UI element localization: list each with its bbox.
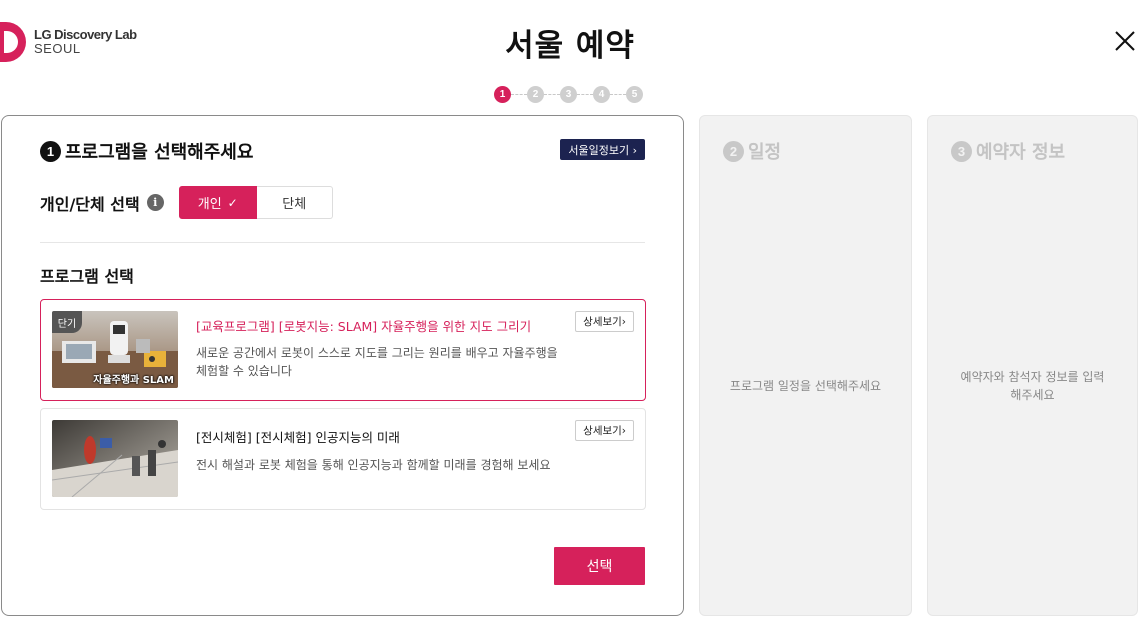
program-description: 전시 해설과 로봇 체험을 통해 인공지능과 함께할 미래를 경험해 보세요	[196, 458, 551, 472]
section-number-badge: 2	[723, 140, 744, 162]
thumbnail-caption: 자율주행과 SLAM	[93, 375, 174, 386]
page-title: 서울 예약	[505, 28, 635, 64]
section-title: 1 프로그램을 선택해주세요	[40, 138, 253, 164]
participant-type-toggle: 개인 ✓ 단체	[178, 186, 333, 219]
step-4: 4	[593, 86, 610, 103]
program-title: [전시체험] [전시체험] 인공지능의 미래	[196, 430, 400, 445]
close-button[interactable]	[1114, 30, 1136, 52]
section-title-text: 예약자 정보	[976, 142, 1066, 163]
step-2: 2	[527, 86, 544, 103]
participant-type-row: 개인/단체 선택 i 개인 ✓ 단체	[40, 186, 333, 219]
program-detail-button[interactable]: 상세보기›	[575, 420, 634, 441]
step-connector	[544, 94, 560, 95]
placeholder-message: 프로그램 일정을 선택해주세요	[729, 379, 882, 393]
participant-type-label: 개인/단체 선택	[40, 194, 140, 214]
step-indicator: 1 2 3 4 5	[494, 86, 643, 103]
step-3: 3	[560, 86, 577, 103]
exhibition-photo-icon	[52, 420, 178, 497]
step-5: 5	[626, 86, 643, 103]
group-option-button[interactable]: 단체	[256, 186, 333, 219]
program-detail-button[interactable]: 상세보기›	[575, 311, 634, 332]
schedule-panel: 2 일정 프로그램 일정을 선택해주세요	[699, 115, 912, 616]
program-title: [교육프로그램] [로봇지능: SLAM] 자율주행을 위한 지도 그리기	[196, 319, 532, 334]
group-option-label: 단체	[282, 197, 307, 212]
view-seoul-schedule-button[interactable]: 서울일정보기 ›	[560, 139, 645, 160]
step-connector	[511, 94, 527, 95]
individual-option-button[interactable]: 개인 ✓	[178, 186, 257, 219]
program-selection-panel: 1 프로그램을 선택해주세요 서울일정보기 › 개인/단체 선택 i 개인 ✓ …	[1, 115, 684, 616]
divider	[40, 242, 645, 243]
duration-badge: 단기	[52, 311, 82, 333]
check-icon: ✓	[227, 195, 238, 210]
section-title-text: 프로그램을 선택해주세요	[65, 142, 254, 163]
select-button[interactable]: 선택	[554, 547, 645, 585]
program-card-ai-future[interactable]: [전시체험] [전시체험] 인공지능의 미래 전시 해설과 로봇 체험을 통해 …	[40, 408, 646, 510]
program-heading: 프로그램 선택	[40, 267, 134, 286]
section-title: 2 일정	[723, 138, 781, 164]
placeholder-message: 예약자와 참석자 정보를 입력해주세요	[960, 370, 1105, 402]
step-connector	[577, 94, 593, 95]
info-icon[interactable]: i	[146, 194, 164, 211]
section-number-badge: 3	[951, 140, 972, 162]
section-number-badge: 1	[40, 140, 61, 162]
step-connector	[610, 94, 626, 95]
section-title: 3 예약자 정보	[951, 138, 1065, 164]
reservation-info-panel: 3 예약자 정보 예약자와 참석자 정보를 입력해주세요	[927, 115, 1138, 616]
program-thumbnail: 단기 자율주행과 SLAM	[52, 311, 178, 388]
program-thumbnail	[52, 420, 178, 497]
program-description: 새로운 공간에서 로봇이 스스로 지도를 그리는 원리를 배우고 자율주행을 체…	[196, 346, 558, 378]
individual-option-label: 개인	[197, 197, 222, 212]
section-title-text: 일정	[748, 142, 782, 163]
close-icon	[1115, 31, 1135, 51]
step-1: 1	[494, 86, 511, 103]
program-card-slam[interactable]: 단기 자율주행과 SLAM [교육프로그램] [로봇지능: SLAM] 자율주행…	[40, 299, 646, 401]
